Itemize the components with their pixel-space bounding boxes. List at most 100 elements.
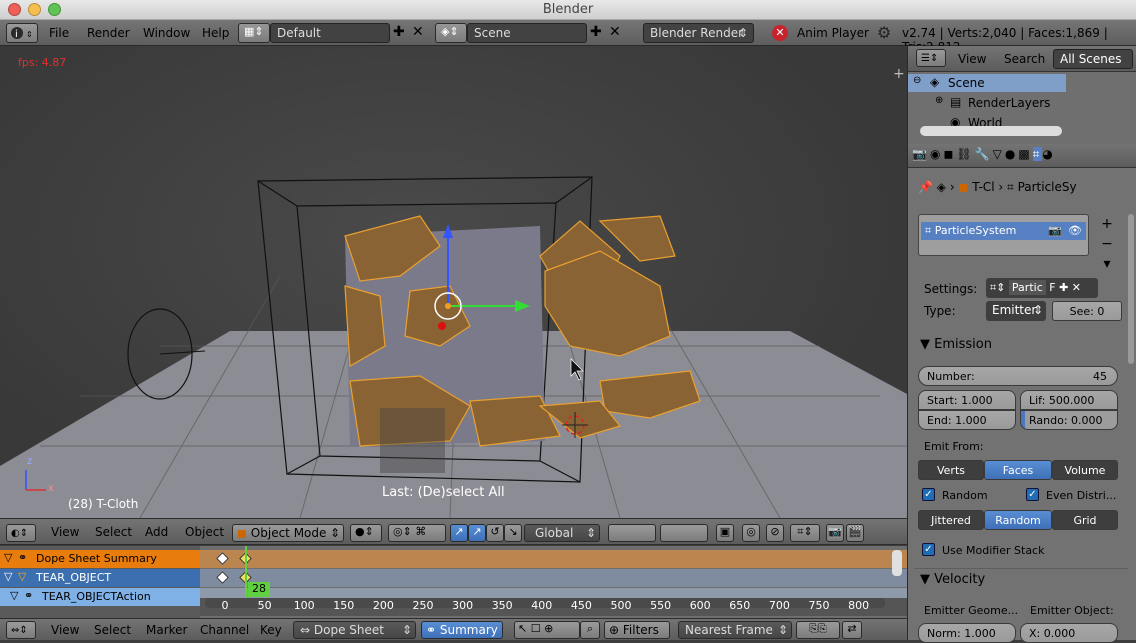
remove-scene-icon[interactable]: ✕ (609, 24, 621, 40)
menu-help[interactable]: Help (202, 26, 229, 40)
channel-summary[interactable]: ▽ ⚭ Dope Sheet Summary (0, 550, 200, 568)
render-engine-select[interactable]: Blender Render ⇕ (643, 23, 754, 43)
object-tab-icon[interactable]: ◼ (943, 147, 956, 161)
shading-select[interactable]: ●⇕ (350, 524, 382, 542)
particle-system-item[interactable]: ⌗ ParticleSystem 📷 👁 (921, 222, 1086, 240)
vertical-scrollbar[interactable] (1128, 214, 1134, 364)
cancel-icon[interactable]: ✕ (772, 25, 788, 41)
snap-toggle-icon[interactable]: ⊘ (766, 524, 784, 542)
manipulator-toggle[interactable]: ↗ (450, 524, 468, 542)
render-icon[interactable]: 📷 (1048, 224, 1062, 237)
add-scene-icon[interactable]: ✚ (590, 24, 602, 40)
editor-type-button[interactable]: ⇔⇕ (6, 621, 36, 639)
scene-selector-button[interactable]: ◈⇕ (435, 23, 467, 43)
menu-render[interactable]: Render (87, 26, 130, 40)
layer-lock-icon[interactable]: ▣ (716, 524, 734, 542)
particles-tab-icon[interactable]: ⌗ (1032, 147, 1043, 161)
random-distribution-button[interactable]: Random (984, 510, 1052, 530)
emit-volume-button[interactable]: Volume (1052, 460, 1118, 480)
menu-select[interactable]: Select (95, 525, 132, 539)
opengl-anim-icon[interactable]: 🎬 (846, 524, 864, 542)
translate-toggle[interactable]: ↗ (468, 524, 486, 542)
selection-toggles[interactable]: ↖ ☐ ⊕ (514, 621, 580, 639)
emit-faces-button[interactable]: Faces (984, 460, 1052, 480)
scene-tab-icon[interactable]: ◉ (930, 147, 943, 161)
even-distribution-checkbox[interactable]: ✓ (1026, 488, 1039, 501)
current-frame-line[interactable] (245, 546, 247, 604)
vertical-scrollbar[interactable] (892, 550, 902, 576)
data-tab-icon[interactable]: ▽ (993, 147, 1005, 161)
auto-snap-select[interactable]: Nearest Frame ⇕ (678, 621, 792, 639)
copy-paste-icon[interactable]: ⎘⎘ (796, 621, 840, 639)
opengl-render-icon[interactable]: 📷 (826, 524, 844, 542)
physics-tab-icon[interactable]: ◕ (1042, 147, 1055, 161)
outliner-row-renderlayers[interactable]: ⊕ ▤ RenderLayers (908, 94, 1136, 112)
remove-icon[interactable]: − (1096, 234, 1118, 254)
pivot-select[interactable]: ◎⇕ ⌘ (388, 524, 446, 542)
settings-field[interactable]: ⌗⇕ Partic F ✚ ✕ (986, 278, 1098, 298)
layout-name-field[interactable]: Default (270, 23, 390, 43)
modifier-stack-checkbox[interactable]: ✓ (922, 543, 935, 556)
proportional-edit-icon[interactable]: ◎ (742, 524, 760, 542)
channel-object[interactable]: ▽ ▽ TEAR_OBJECT (0, 569, 200, 587)
modifier-tab-icon[interactable]: 🔧 (975, 147, 993, 161)
remove-layout-icon[interactable]: ✕ (412, 24, 424, 40)
add-layout-icon[interactable]: ✚ (393, 24, 405, 40)
editor-type-button[interactable]: ☰⇕ (916, 49, 946, 67)
jittered-button[interactable]: Jittered (918, 510, 984, 530)
menu-key[interactable]: Key (260, 623, 282, 637)
eye-icon[interactable]: 👁 (1068, 224, 1082, 237)
mode-select[interactable]: ◼ Object Mode ⇕ (232, 524, 344, 542)
editor-type-button[interactable]: ◐⇕ (6, 524, 36, 542)
lifetime-random-field[interactable]: Rando: 0.000 (1020, 410, 1118, 430)
menu-view[interactable]: View (51, 623, 79, 637)
number-field[interactable]: Number: 45 (918, 366, 1118, 386)
paste-flipped-icon[interactable]: ⇄ (842, 621, 862, 639)
outliner[interactable]: ☰⇕ View Search All Scenes ⊖ ◈ Scene ⊕ ▤ Rend… (907, 46, 1136, 144)
summary-toggle[interactable]: ⚭ Summary (421, 621, 503, 639)
layout-selector-button[interactable]: ▦⇕ (238, 23, 270, 43)
start-field[interactable]: Start: 1.000 (918, 390, 1016, 410)
dopesheet-mode-select[interactable]: ⇔ Dope Sheet ⇕ (293, 621, 416, 639)
orientation-select[interactable]: Global ⇕ (524, 524, 600, 542)
type-select[interactable]: Emitter ⇕ (986, 301, 1046, 321)
properties-tabs[interactable]: 📷◉◼⛓🔧▽●▩⌗◕ (908, 144, 1136, 168)
material-tab-icon[interactable]: ● (1005, 147, 1018, 161)
add-icon[interactable]: + (1096, 214, 1118, 234)
velocity-panel-header[interactable]: ▼ Velocity (914, 568, 1128, 590)
grid-button[interactable]: Grid (1052, 510, 1118, 530)
search-icon[interactable]: ⌕ (580, 621, 600, 639)
normal-field[interactable]: Norm: 1.000 (918, 623, 1016, 643)
3d-viewport[interactable]: fps: 4.87 z x (28) T-Cloth Last: (De)sel… (0, 46, 907, 518)
menu-view[interactable]: View (958, 52, 986, 66)
particle-system-list[interactable]: ⌗ ParticleSystem 📷 👁 (918, 214, 1089, 256)
lifetime-field[interactable]: Lif: 500.000 (1020, 390, 1118, 410)
editor-type-button[interactable]: i ⇕ (6, 23, 38, 43)
dope-sheet-area[interactable]: ▽ ⚭ Dope Sheet Summary ▽ ▽ TEAR_OBJECT ▽ ⚭ TEA… (0, 546, 907, 618)
pin-icon[interactable]: 📌 (918, 180, 933, 194)
layers-grid-2[interactable] (660, 524, 708, 542)
horizontal-scrollbar[interactable] (920, 126, 1062, 136)
scene-name-field[interactable]: Scene (467, 23, 587, 43)
menu-search[interactable]: Search (1004, 52, 1045, 66)
end-field[interactable]: End: 1.000 (918, 410, 1016, 430)
render-tab-icon[interactable]: 📷 (912, 147, 930, 161)
menu-select[interactable]: Select (94, 623, 131, 637)
texture-tab-icon[interactable]: ▩ (1018, 147, 1032, 161)
menu-add[interactable]: Add (145, 525, 168, 539)
emit-verts-button[interactable]: Verts (918, 460, 984, 480)
anim-player-button[interactable]: Anim Player (797, 26, 869, 40)
menu-marker[interactable]: Marker (146, 623, 187, 637)
menu-channel[interactable]: Channel (200, 623, 249, 637)
emission-panel-header[interactable]: ▼ Emission (914, 334, 1128, 356)
layers-grid-1[interactable] (608, 524, 656, 542)
display-mode-select[interactable]: All Scenes (1053, 49, 1133, 69)
menu-file[interactable]: File (49, 26, 69, 40)
properties-editor[interactable]: 📷◉◼⛓🔧▽●▩⌗◕ 📌 ◈ › ◼ T-Cl › ⌗ ParticleSy ⌗… (907, 144, 1136, 643)
close-icon[interactable]: ✕ (1072, 281, 1081, 294)
constraint-tab-icon[interactable]: ⛓ (956, 147, 974, 161)
filters-button[interactable]: ⊕ Filters (604, 621, 670, 639)
seed-field[interactable]: See: 0 (1052, 301, 1122, 321)
current-frame-indicator[interactable]: 28 (248, 582, 270, 597)
fake-user-toggle[interactable]: F (1049, 281, 1055, 294)
